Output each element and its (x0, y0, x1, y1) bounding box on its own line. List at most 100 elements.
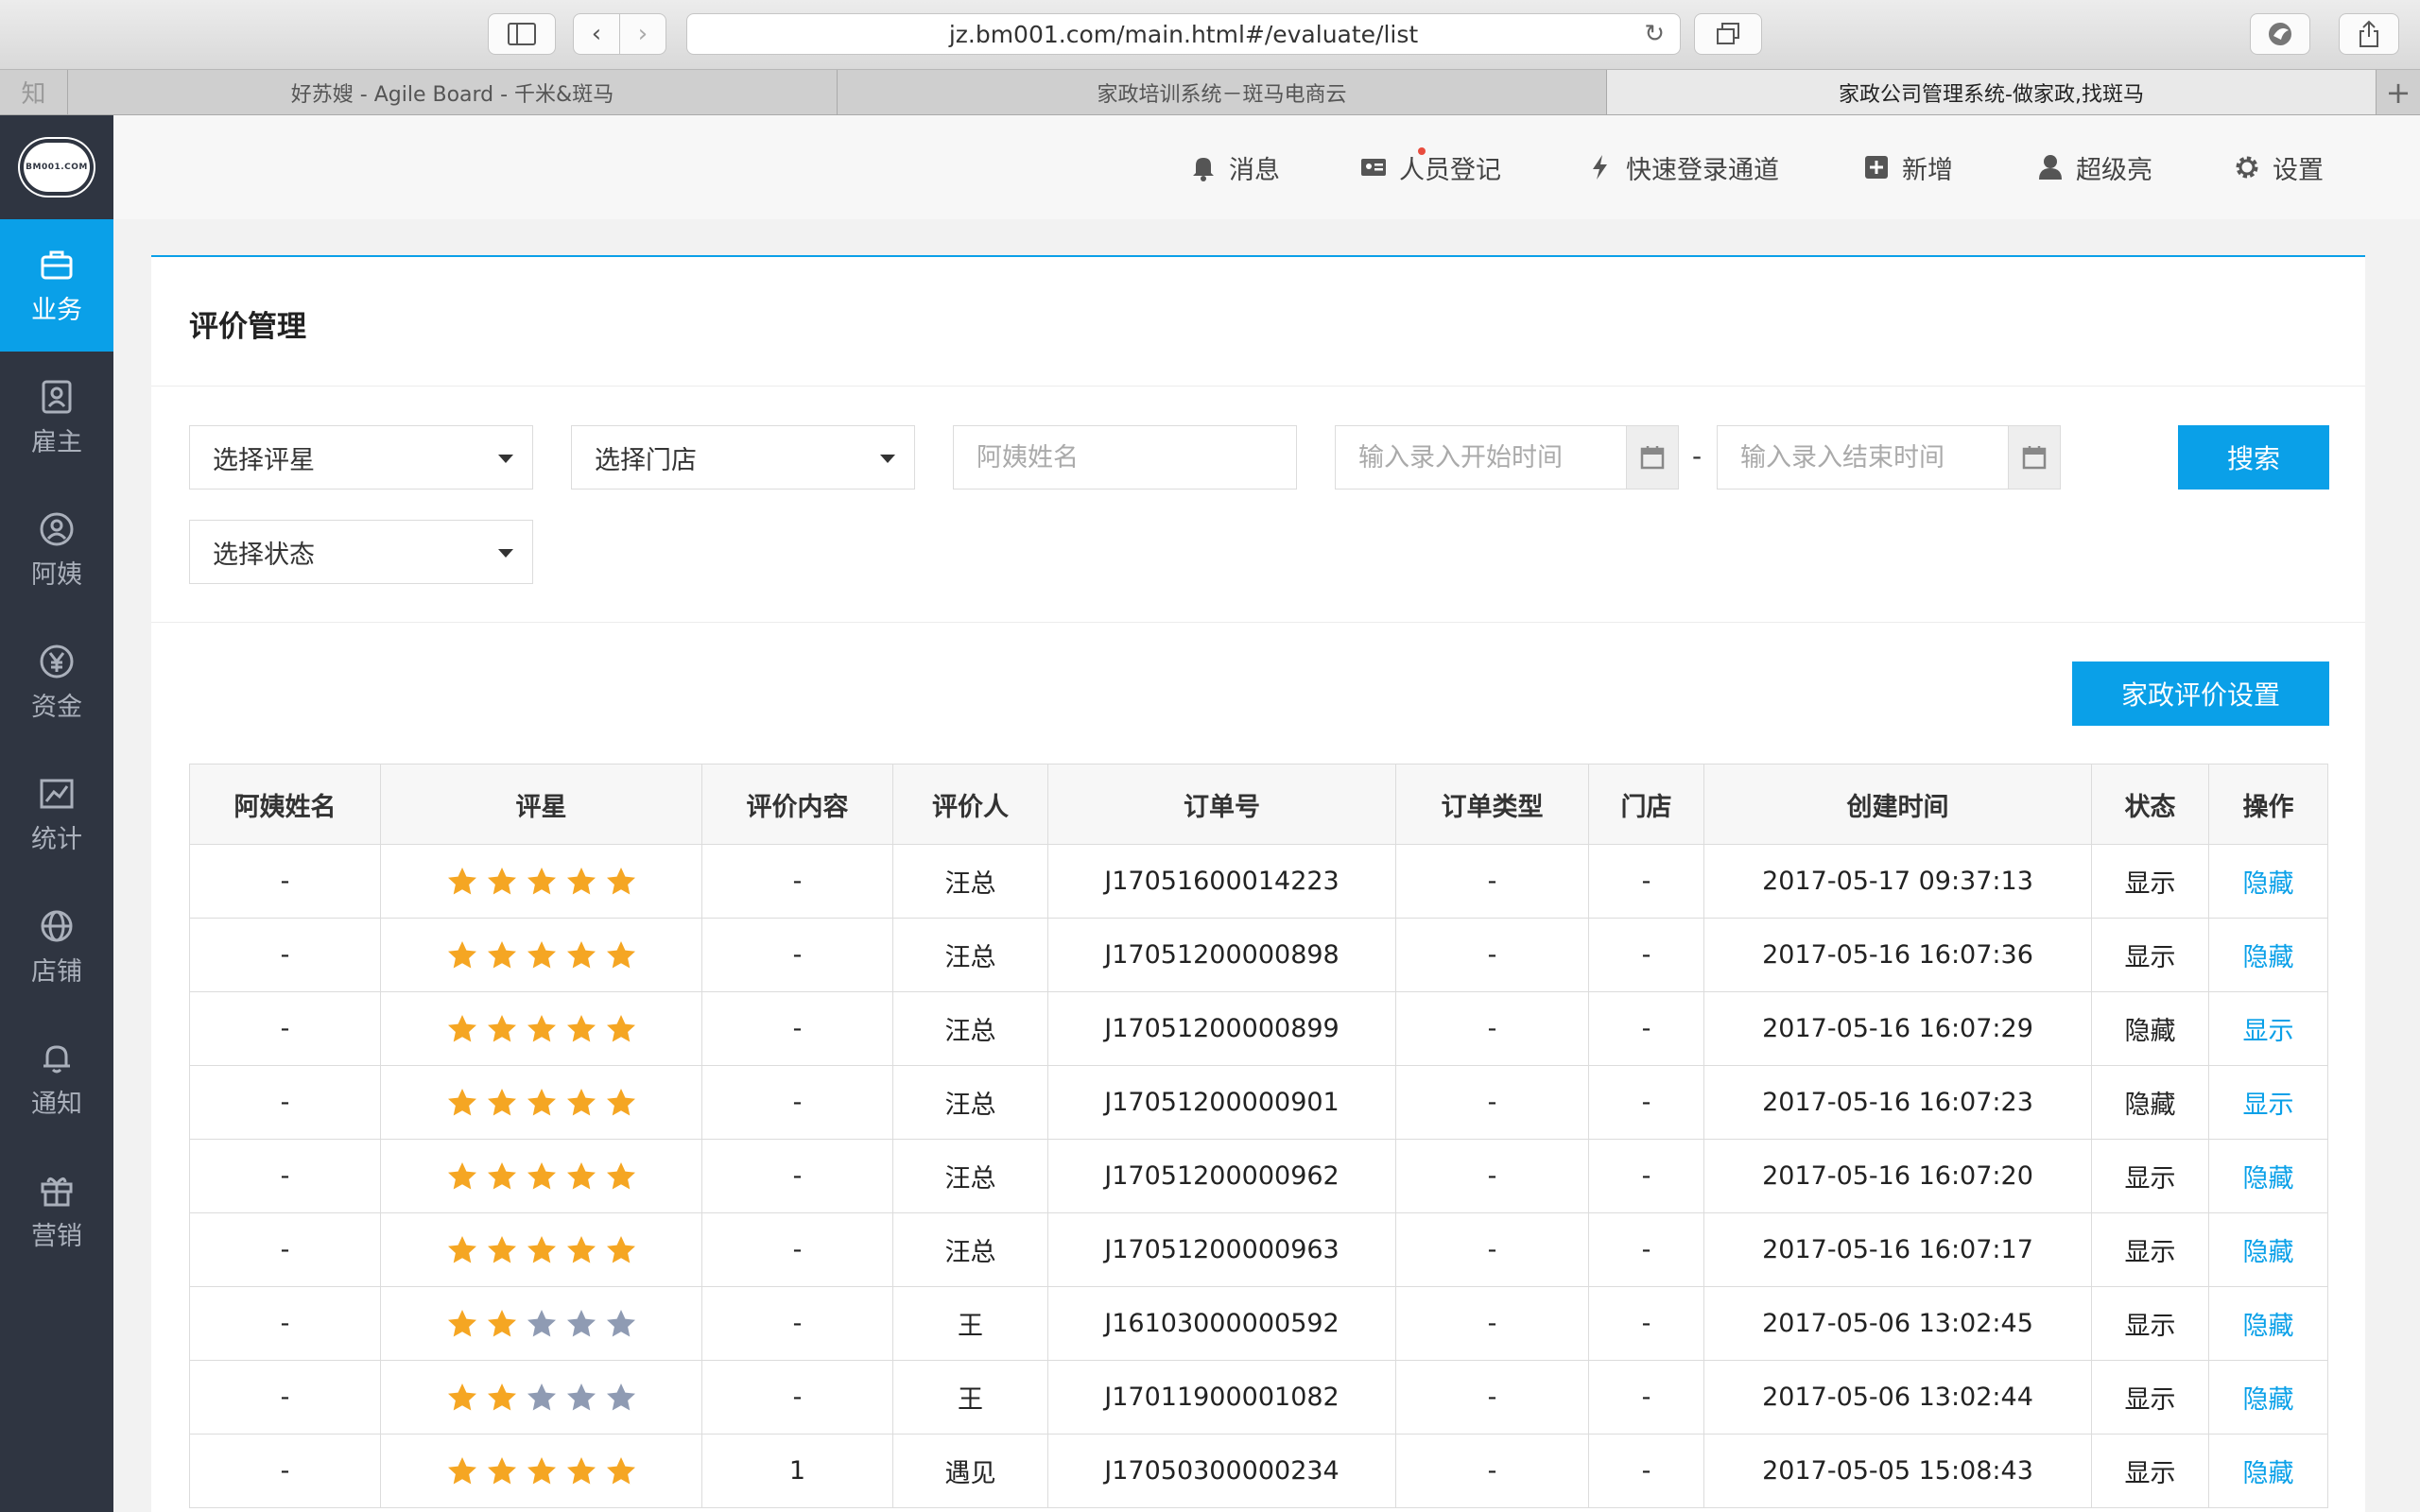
chevron-left-icon: ‹ (591, 20, 602, 48)
start-calendar-button[interactable] (1626, 425, 1679, 490)
sidebar-item-employer[interactable]: 雇主 (0, 352, 113, 484)
sidebar-item-marketing[interactable]: 营销 (0, 1145, 113, 1278)
logo-badge: BM001.COM (24, 143, 90, 192)
sidebar-item-label: 业务 (31, 295, 82, 325)
tabs-overview-button[interactable] (1694, 13, 1762, 55)
store-cell: - (1588, 991, 1704, 1066)
star-filled-icon (527, 1235, 556, 1263)
sidebar-item-nanny[interactable]: 阿姨 (0, 484, 113, 616)
star-empty-icon (606, 1309, 635, 1336)
tabs-overview-icon (1717, 23, 1739, 44)
evaluation-settings-button[interactable]: 家政评价设置 (2072, 662, 2329, 726)
messages-label: 消息 (1229, 155, 1280, 185)
toggle-visibility-link[interactable]: 隐藏 (2243, 1312, 2294, 1341)
nanny-name-input[interactable] (953, 425, 1297, 490)
new-tab-button[interactable]: + (2377, 70, 2420, 114)
order-number-cell: J17051200000899 (1047, 991, 1396, 1066)
star-filled-icon (487, 1235, 516, 1263)
operation-cell: 隐藏 (2208, 1212, 2328, 1287)
reload-icon[interactable]: ↻ (1644, 20, 1665, 48)
sidebar-item-notice[interactable]: 通知 (0, 1013, 113, 1145)
address-bar[interactable]: jz.bm001.com/main.html#/evaluate/list ↻ (686, 13, 1681, 55)
toggle-visibility-link[interactable]: 隐藏 (2243, 1459, 2294, 1488)
nanny-name-cell: - (189, 1212, 381, 1287)
register-link[interactable]: 人员登记 (1359, 115, 1501, 219)
status-select[interactable]: 选择状态 (189, 520, 533, 584)
briefcase-icon (41, 250, 73, 279)
share-button[interactable] (2339, 13, 2399, 55)
divider (151, 622, 2365, 623)
sidebar-item-funds[interactable]: 资金 (0, 616, 113, 748)
sidebar-item-label: 雇主 (31, 427, 82, 457)
content-cell: - (701, 1065, 893, 1140)
store-cell: - (1588, 1360, 1704, 1435)
person-circle-icon (40, 512, 74, 545)
browser-tab-active[interactable]: 家政公司管理系统-做家政,找斑马 (1607, 70, 2377, 114)
star-filled-icon (566, 867, 596, 894)
sidebar-toggle-button[interactable] (488, 13, 556, 55)
reviewer-cell: 汪总 (892, 844, 1048, 919)
add-new-label: 新增 (1902, 155, 1953, 185)
table-body: - - 汪总 J17051600014223- -2017-05-17 09:37:13… (189, 844, 2328, 1508)
sidebar-item-stats[interactable]: 统计 (0, 748, 113, 881)
star-filled-icon (487, 1383, 516, 1410)
star-filled-icon (447, 1383, 476, 1410)
toggle-visibility-link[interactable]: 隐藏 (2243, 1238, 2294, 1267)
star-filled-icon (447, 1456, 476, 1484)
register-label: 人员登记 (1399, 155, 1501, 185)
reviewer-cell: 王 (892, 1360, 1048, 1435)
user-menu[interactable]: 超级亮 (2036, 115, 2152, 219)
rating-cell (380, 918, 702, 992)
messages-link[interactable]: 消息 (1189, 115, 1426, 219)
store-select[interactable]: 选择门店 (571, 425, 915, 490)
status-cell: 显示 (2091, 1434, 2209, 1508)
plus-icon: + (2385, 74, 2411, 111)
browser-tab[interactable]: 好苏嫂 - Agile Board - 千米&斑马 (68, 70, 838, 114)
toggle-visibility-link[interactable]: 显示 (2243, 1017, 2294, 1046)
table-row: - - 汪总 J17051200000899- -2017-05-16 16:07:29… (189, 991, 2328, 1066)
star-filled-icon (566, 1161, 596, 1189)
column-header: 状态 (2091, 764, 2209, 845)
star-filled-icon (527, 867, 556, 894)
settings-link[interactable]: 设置 (2233, 115, 2324, 219)
status-cell: 隐藏 (2091, 991, 2209, 1066)
globe-icon (41, 910, 73, 941)
forward-button[interactable]: › (619, 13, 666, 55)
star-empty-icon (606, 1383, 635, 1410)
start-time-input[interactable] (1335, 425, 1628, 490)
toggle-visibility-link[interactable]: 显示 (2243, 1091, 2294, 1120)
sidebar-item-label: 通知 (31, 1089, 82, 1119)
star-filled-icon (487, 867, 516, 894)
sidebar-item-business[interactable]: 业务 (0, 219, 113, 352)
user-name: 超级亮 (2076, 155, 2152, 185)
logo[interactable]: BM001.COM (0, 115, 113, 219)
add-new-link[interactable]: 新增 (1862, 115, 1953, 219)
toggle-visibility-link[interactable]: 隐藏 (2243, 1164, 2294, 1194)
star-filled-icon (487, 1014, 516, 1041)
search-button[interactable]: 搜索 (2178, 425, 2329, 490)
end-calendar-button[interactable] (2008, 425, 2061, 490)
browser-tab-bar: 知 好苏嫂 - Agile Board - 千米&斑马 家政培训系统－斑马电商云… (0, 70, 2420, 115)
order-type-cell: - (1395, 844, 1589, 919)
store-cell: - (1588, 918, 1704, 992)
star-filled-icon (447, 1161, 476, 1189)
toggle-visibility-link[interactable]: 隐藏 (2243, 943, 2294, 972)
browser-tab[interactable]: 家政培训系统－斑马电商云 (838, 70, 1607, 114)
toggle-visibility-link[interactable]: 隐藏 (2243, 1385, 2294, 1415)
star-filled-icon (487, 1088, 516, 1115)
reviewer-cell: 汪总 (892, 1065, 1048, 1140)
sidebar-item-shop[interactable]: 店铺 (0, 881, 113, 1013)
back-button[interactable]: ‹ (573, 13, 620, 55)
end-time-input[interactable] (1717, 425, 2010, 490)
date-range-separator: - (1692, 440, 1703, 472)
star-filled-icon (606, 1014, 635, 1041)
nanny-name-cell: - (189, 844, 381, 919)
order-type-cell: - (1395, 918, 1589, 992)
quick-login-link[interactable]: 快速登录通道 (1586, 115, 1779, 219)
calendar-icon (2022, 446, 2047, 470)
extension-button[interactable] (2250, 13, 2310, 55)
star-filled-icon (487, 1309, 516, 1336)
rating-select[interactable]: 选择评星 (189, 425, 533, 490)
pinned-tab[interactable]: 知 (0, 70, 68, 114)
toggle-visibility-link[interactable]: 隐藏 (2243, 869, 2294, 899)
